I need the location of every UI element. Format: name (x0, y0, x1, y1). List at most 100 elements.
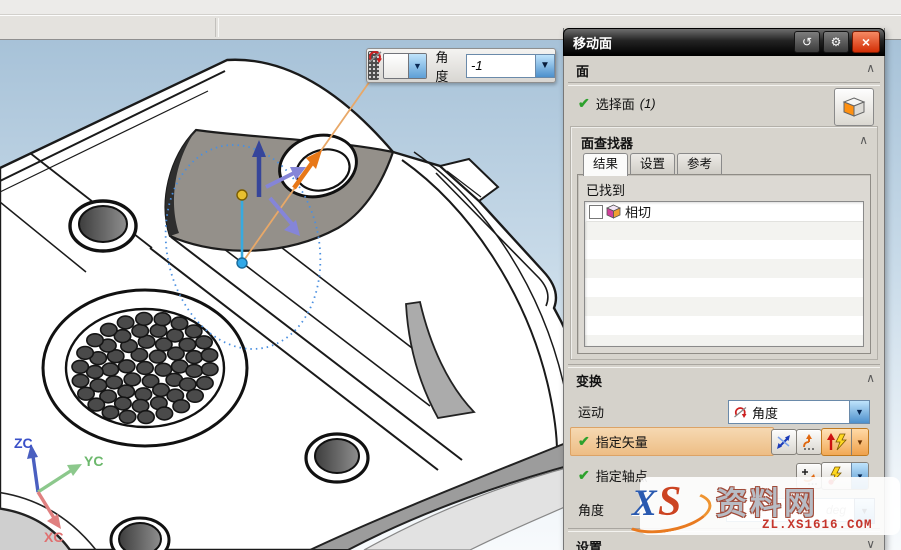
grille-hole (201, 349, 217, 362)
dropdown-arrow-icon[interactable]: ▼ (849, 401, 869, 423)
top-toolbar-row (0, 0, 901, 16)
grille-hole (78, 387, 94, 400)
expand-icon[interactable]: ∨ (866, 537, 875, 550)
grille-hole (102, 363, 118, 376)
tangent-cube-icon (606, 204, 621, 219)
rotate-icon (733, 405, 748, 420)
transform-section-header[interactable]: 变换 ∧ (564, 368, 884, 390)
inferred-vector-button[interactable] (796, 429, 822, 455)
face-select-button[interactable] (834, 88, 874, 126)
grille-hole (72, 360, 88, 373)
grille-hole (135, 388, 151, 401)
grille-hole (196, 336, 212, 349)
grille-hole (150, 350, 166, 363)
rotate-icon (384, 54, 408, 78)
collapse-icon[interactable]: ∧ (859, 133, 868, 147)
tab-settings[interactable]: 设置 (630, 153, 675, 175)
grille-hole (124, 373, 140, 386)
inferred-vector-icon (800, 433, 818, 451)
face-section-header[interactable]: 面 ∧ (564, 58, 884, 80)
check-icon: ✔ (578, 433, 590, 450)
specify-vector-row[interactable]: ✔ 指定矢量 (578, 428, 648, 454)
grille-hole (156, 407, 172, 420)
tab-reference[interactable]: 参考 (677, 153, 722, 175)
dialog-title: 移动面 (573, 33, 612, 52)
mini-angle-input[interactable] (467, 55, 535, 77)
mini-angle-dropdown[interactable]: ▼ (535, 55, 554, 77)
close-button[interactable]: × (852, 31, 880, 53)
dropdown-arrow-icon[interactable]: ▼ (851, 429, 868, 455)
grille-hole (77, 347, 93, 360)
watermark-site-name: 资料网 (716, 478, 818, 523)
select-face-row[interactable]: ✔ 选择面 (1) (578, 90, 656, 116)
select-face-label: 选择面 (596, 94, 635, 113)
collapse-icon[interactable]: ∧ (866, 371, 875, 385)
grille-hole (171, 317, 187, 330)
grille-hole (186, 351, 202, 364)
move-face-dialog: 移动面 ↺ ⚙ × 面 ∧ ✔ 选择面 (1) 面查找器 (563, 28, 885, 550)
grille-hole (102, 406, 118, 419)
grille-hole (106, 376, 122, 389)
grille-hole (138, 411, 154, 424)
triad-y-label: YC (84, 453, 103, 469)
grille-hole (119, 410, 135, 423)
logo-letter-x: X (632, 482, 657, 525)
list-item-tangent[interactable]: 相切 (585, 202, 863, 222)
grille-hole (88, 398, 104, 411)
motion-row: 运动 (578, 398, 604, 424)
counterbore-hole-1 (70, 201, 136, 251)
tangent-checkbox[interactable] (589, 205, 603, 219)
tangent-label: 相切 (625, 202, 651, 221)
check-icon: ✔ (578, 467, 590, 484)
grille-hole (186, 325, 202, 338)
face-finder-header[interactable]: 面查找器 ∧ (571, 130, 877, 152)
combo-dropdown-arrow[interactable]: ▼ (408, 54, 427, 78)
tab-results[interactable]: 结果 (583, 153, 628, 176)
results-tab-content: 已找到 相切 (577, 174, 871, 354)
motion-label: 运动 (578, 402, 604, 421)
collapse-icon[interactable]: ∧ (866, 61, 875, 75)
vector-dialog-button[interactable] (771, 429, 797, 455)
select-face-count: (1) (640, 96, 656, 111)
motion-value: 角度 (752, 403, 778, 422)
grille-hole (72, 374, 88, 387)
grille-hole (87, 334, 103, 347)
watermark-url: ZL.XS1616.COM (762, 518, 873, 532)
face-finder-panel: 面查找器 ∧ 结果 设置 参考 已找到 (570, 126, 878, 360)
check-icon: ✔ (578, 95, 590, 112)
angle-label: 角度 (578, 500, 604, 519)
toolbar-divider (215, 18, 219, 37)
grille-hole (202, 363, 218, 376)
vector-icon (775, 433, 793, 451)
axis-point-handle[interactable] (237, 258, 247, 268)
reverse-vector-button[interactable]: ▼ (821, 428, 869, 456)
grille-hole (154, 313, 170, 326)
grille-hole (132, 325, 148, 338)
reset-button[interactable]: ↺ (794, 31, 820, 53)
divider (568, 82, 880, 86)
grille-hole (137, 362, 153, 375)
grille-hole (136, 313, 152, 326)
origin-point-handle[interactable] (237, 190, 247, 200)
face-finder-tabs: 结果 设置 参考 (583, 153, 724, 175)
watermark: X S 资料网 ZL.XS1616.COM (618, 477, 901, 537)
dialog-titlebar[interactable]: 移动面 ↺ ⚙ × (563, 28, 885, 56)
results-listbox[interactable]: 相切 (584, 201, 864, 347)
grille-hole (186, 365, 202, 378)
cube-icon (842, 96, 866, 118)
speaker-grille[interactable] (43, 290, 247, 446)
counterbore-hole-2 (306, 434, 368, 482)
gear-icon[interactable]: ⚙ (823, 31, 849, 53)
angle-row: 角度 (578, 496, 604, 522)
triad-x-label: XC (44, 529, 63, 545)
reverse-direction-icon (824, 432, 850, 452)
logo-letter-s: S (658, 478, 681, 526)
specify-vector-label: 指定矢量 (596, 432, 648, 451)
application-window: ZC YC XC ▼ 角度 ▼ 移动面 ↺ (0, 0, 901, 550)
grille-hole (197, 377, 213, 390)
grille-hole (179, 338, 195, 351)
floating-angle-toolbar[interactable]: ▼ 角度 ▼ (366, 48, 556, 83)
triad-z-label: ZC (14, 435, 33, 451)
motion-dropdown[interactable]: 角度 ▼ (728, 400, 870, 424)
motion-type-combo[interactable]: ▼ (383, 53, 427, 79)
